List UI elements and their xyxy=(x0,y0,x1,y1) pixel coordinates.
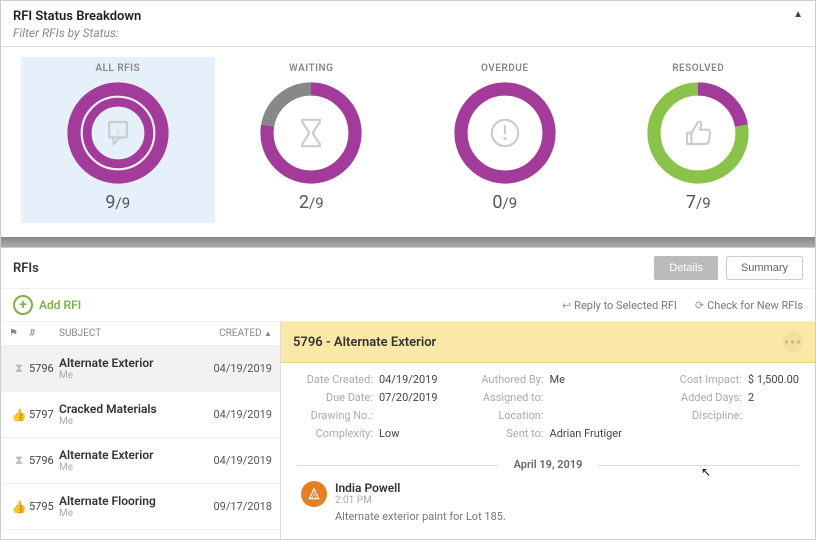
flag-column-icon[interactable]: ⚑ xyxy=(9,328,29,339)
more-options-icon[interactable]: ⋯ xyxy=(783,332,803,352)
list-item[interactable]: ⧗ 5796 Alternate ExteriorMe 04/19/2019 xyxy=(1,438,280,484)
status-card-all[interactable]: ALL RFIS i 9/9 xyxy=(21,57,215,223)
list-item[interactable]: 👍 5795 Alternate FlooringMe 09/17/2018 xyxy=(1,484,280,530)
reply-icon: ↩ xyxy=(562,299,571,312)
donut-count: 0/9 xyxy=(416,192,594,213)
donut-count: 2/9 xyxy=(223,192,401,213)
status-card-resolved[interactable]: RESOLVED 7/9 xyxy=(602,57,796,223)
donut-waiting-icon xyxy=(256,78,366,188)
donut-overdue-icon xyxy=(450,78,560,188)
list-item[interactable]: 👍 5797 Cracked MaterialsMe 04/19/2019 xyxy=(1,392,280,438)
sort-asc-icon: ▲ xyxy=(264,329,272,338)
col-number[interactable]: # xyxy=(29,328,59,339)
tab-details[interactable]: Details xyxy=(654,256,718,280)
donut-count: 9/9 xyxy=(29,192,207,213)
detail-title: 5796 - Alternate Exterior xyxy=(293,335,436,350)
list-header: ⚑ # SUBJECT CREATED ▲ xyxy=(1,322,280,346)
status-label: RESOLVED xyxy=(610,63,788,74)
col-subject[interactable]: SUBJECT xyxy=(59,328,200,339)
comment-time: 2:01 PM xyxy=(335,495,506,506)
donut-count: 7/9 xyxy=(610,192,788,213)
status-label: OVERDUE xyxy=(416,63,594,74)
page-title: RFI Status Breakdown xyxy=(13,9,803,24)
thumbs-up-icon: 👍 xyxy=(9,500,29,514)
thumbs-up-icon: 👍 xyxy=(9,408,29,422)
tab-summary[interactable]: Summary xyxy=(726,256,803,280)
collapse-arrow-icon[interactable]: ▲ xyxy=(793,9,803,20)
list-item[interactable]: ⧗ 5796 Alternate ExteriorMe 04/19/2019 xyxy=(1,346,280,392)
donut-all-icon: i xyxy=(63,78,173,188)
rfis-section-title: RFIs xyxy=(13,261,39,276)
check-new-link[interactable]: ⟳Check for New RFIs xyxy=(695,299,803,312)
cursor-icon: ↖ xyxy=(701,465,711,479)
status-label: ALL RFIS xyxy=(29,63,207,74)
status-card-waiting[interactable]: WAITING 2/9 xyxy=(215,57,409,223)
avatar xyxy=(301,481,327,507)
divider-band xyxy=(1,237,815,247)
detail-meta: Date Created:04/19/2019 Due Date:07/20/2… xyxy=(281,363,815,450)
refresh-icon: ⟳ xyxy=(695,299,704,312)
col-created[interactable]: CREATED ▲ xyxy=(200,328,272,339)
donut-resolved-icon xyxy=(643,78,753,188)
comment-item: India Powell 2:01 PM Alternate exterior … xyxy=(281,477,815,527)
status-card-overdue[interactable]: OVERDUE 0/9 xyxy=(408,57,602,223)
comment-author: India Powell xyxy=(335,481,506,495)
hourglass-icon: ⧗ xyxy=(9,453,29,468)
plus-icon: + xyxy=(13,295,33,315)
status-label: WAITING xyxy=(223,63,401,74)
svg-text:i: i xyxy=(117,126,119,137)
status-donut-row: ALL RFIS i 9/9 WAITING 2/9 xyxy=(1,47,815,237)
timeline-date: April 19, 2019 xyxy=(297,458,799,471)
reply-selected-link[interactable]: ↩Reply to Selected RFI xyxy=(562,299,677,312)
comment-text: Alternate exterior paint for Lot 185. xyxy=(335,510,506,523)
filter-subtext: Filter RFIs by Status: xyxy=(1,24,815,47)
hourglass-icon: ⧗ xyxy=(9,361,29,376)
add-rfi-button[interactable]: + Add RFI xyxy=(13,295,81,315)
